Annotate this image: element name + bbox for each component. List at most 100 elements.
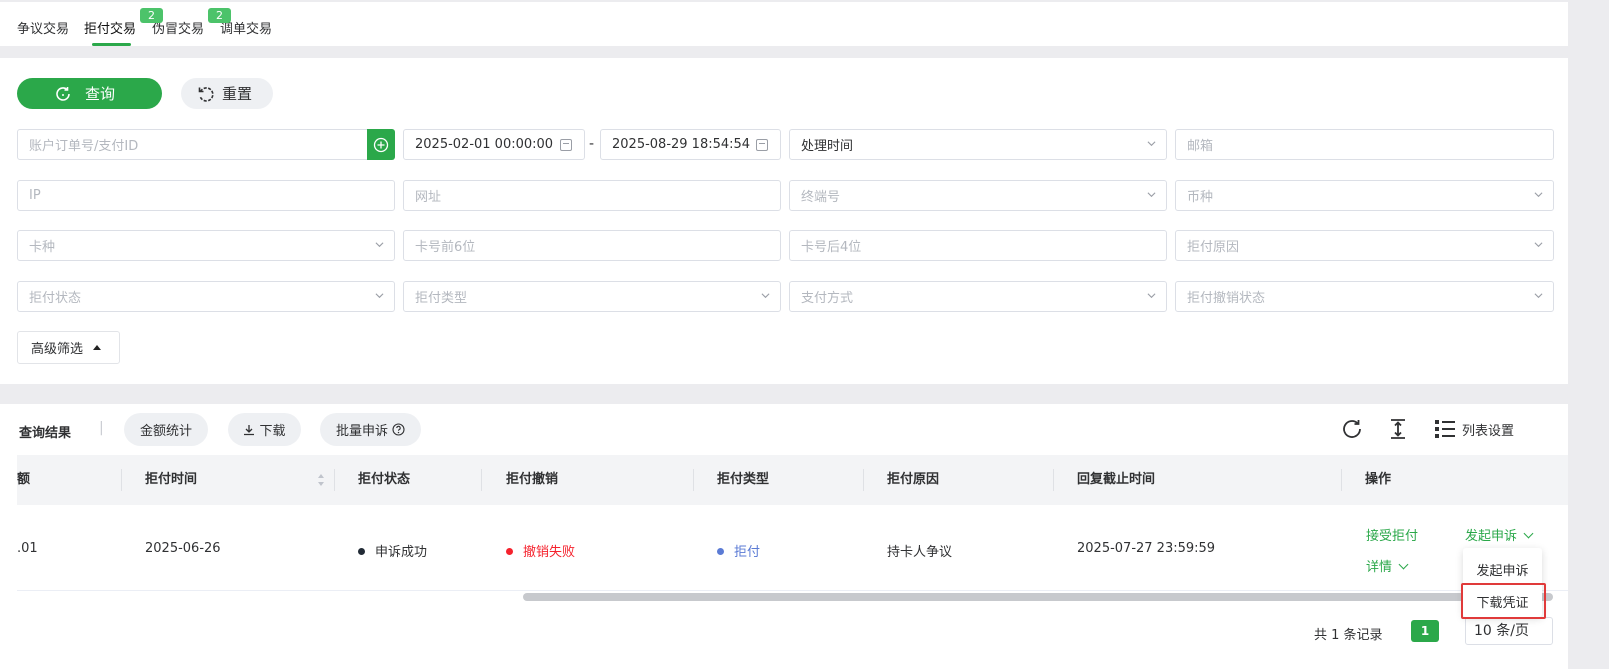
ip-input[interactable]: IP bbox=[17, 180, 395, 211]
results-title: 查询结果 bbox=[19, 426, 72, 441]
reset-icon bbox=[198, 86, 214, 102]
refresh-icon[interactable] bbox=[1340, 417, 1364, 441]
batch-appeal-button[interactable]: 批量申诉 bbox=[320, 413, 421, 446]
table-row: .01 2025-06-26 申诉成功 撤销失败 拒付 持卡人争议 2025-0… bbox=[17, 505, 1568, 591]
page-size-value: 10 条/页 bbox=[1474, 623, 1529, 639]
detail-link-label: 详情 bbox=[1366, 560, 1393, 575]
date-range-separator: - bbox=[589, 136, 595, 152]
table-header: 额 拒付时间 拒付状态 拒付撤销 拒付类型 拒付原因 回复截止时间 操作 bbox=[17, 455, 1568, 505]
cell-deadline: 2025-07-27 23:59:59 bbox=[1077, 541, 1216, 556]
caret-up-icon bbox=[93, 345, 102, 350]
email-input[interactable]: 邮箱 bbox=[1175, 129, 1554, 160]
order-id-placeholder: 账户订单号/支付ID bbox=[29, 139, 139, 154]
amount-stats-label: 金额统计 bbox=[139, 424, 192, 439]
cell-status: 申诉成功 bbox=[358, 541, 427, 560]
menu-item-appeal[interactable]: 发起申诉 bbox=[1463, 560, 1542, 579]
cell-revoke-text: 撤销失败 bbox=[523, 545, 576, 560]
cell-status-text: 申诉成功 bbox=[375, 545, 428, 560]
detail-dropdown-trigger[interactable]: 详情 bbox=[1366, 556, 1409, 575]
email-placeholder: 邮箱 bbox=[1187, 139, 1214, 154]
amount-stats-button[interactable]: 金额统计 bbox=[124, 413, 208, 446]
status-select[interactable]: 拒付状态 bbox=[17, 281, 395, 312]
column-divider bbox=[863, 469, 864, 491]
list-icon bbox=[1435, 420, 1455, 438]
highlight-annotation bbox=[1461, 583, 1546, 619]
col-revoke: 拒付撤销 bbox=[506, 472, 559, 487]
chevron-down-icon bbox=[1147, 293, 1156, 299]
download-label: 下载 bbox=[259, 424, 286, 439]
accept-chargeback-link[interactable]: 接受拒付 bbox=[1366, 525, 1418, 544]
time-type-select[interactable]: 处理时间 bbox=[789, 129, 1167, 160]
url-input[interactable]: 网址 bbox=[403, 180, 781, 211]
column-divider bbox=[334, 469, 335, 491]
column-divider bbox=[1341, 469, 1342, 491]
calendar-icon bbox=[756, 139, 768, 151]
page-1-button[interactable]: 1 bbox=[1411, 620, 1439, 642]
date-start-value: 2025-02-01 00:00:00 bbox=[415, 137, 554, 152]
list-settings-button[interactable]: 列表设置 bbox=[1434, 417, 1514, 441]
chevron-down-icon bbox=[1534, 192, 1543, 198]
toolbar-separator: | bbox=[99, 420, 104, 436]
terminal-select[interactable]: 终端号 bbox=[789, 180, 1167, 211]
currency-select[interactable]: 币种 bbox=[1175, 180, 1554, 211]
col-reason: 拒付原因 bbox=[887, 472, 940, 487]
chevron-down-icon bbox=[1147, 141, 1156, 147]
url-placeholder: 网址 bbox=[415, 190, 442, 205]
reset-button[interactable]: 重置 bbox=[181, 78, 273, 109]
col-amount: 额 bbox=[17, 472, 31, 487]
page-size-select[interactable]: 10 条/页 bbox=[1465, 617, 1553, 645]
card-last4-input[interactable]: 卡号后4位 bbox=[789, 230, 1167, 261]
chevron-down-icon bbox=[1147, 192, 1156, 198]
revoke-status-select[interactable]: 拒付撤销状态 bbox=[1175, 281, 1554, 312]
advanced-filter-button[interactable]: 高级筛选 bbox=[17, 331, 120, 364]
payment-method-select[interactable]: 支付方式 bbox=[789, 281, 1167, 312]
reason-select[interactable]: 拒付原因 bbox=[1175, 230, 1554, 261]
card-type-select[interactable]: 卡种 bbox=[17, 230, 395, 261]
card-type-placeholder: 卡种 bbox=[29, 240, 56, 255]
cell-amount: .01 bbox=[17, 541, 38, 556]
chevron-down-icon bbox=[1534, 242, 1543, 248]
reset-button-label: 重置 bbox=[222, 85, 253, 103]
tab-dispute[interactable]: 争议交易 bbox=[17, 18, 69, 37]
revoke-status-placeholder: 拒付撤销状态 bbox=[1187, 291, 1266, 306]
calendar-icon bbox=[560, 139, 572, 151]
cell-revoke: 撤销失败 bbox=[506, 541, 575, 560]
card-last4-placeholder: 卡号后4位 bbox=[801, 240, 862, 255]
type-select[interactable]: 拒付类型 bbox=[403, 281, 781, 312]
status-dot bbox=[358, 548, 365, 555]
batch-appeal-label: 批量申诉 bbox=[335, 424, 388, 439]
time-type-value: 处理时间 bbox=[801, 139, 854, 154]
horizontal-scrollbar[interactable] bbox=[523, 593, 1553, 601]
plus-circle-icon bbox=[373, 137, 389, 152]
results-panel: 查询结果 | 金额统计 下载 批量申诉 列表设置 额 拒付时间 拒付状态 拒付撤… bbox=[0, 404, 1568, 669]
col-type: 拒付类型 bbox=[717, 472, 770, 487]
card-first6-placeholder: 卡号前6位 bbox=[415, 240, 476, 255]
question-circle-icon bbox=[392, 423, 405, 436]
query-button[interactable]: 查询 bbox=[17, 78, 162, 109]
tab-fraud-badge: 2 bbox=[140, 8, 163, 23]
card-first6-input[interactable]: 卡号前6位 bbox=[403, 230, 781, 261]
chevron-down-icon bbox=[1534, 293, 1543, 299]
download-button[interactable]: 下载 bbox=[228, 413, 301, 446]
chevron-down-icon bbox=[1523, 528, 1534, 539]
appeal-dropdown-trigger[interactable]: 发起申诉 bbox=[1465, 525, 1534, 544]
total-records: 共 1 条记录 bbox=[1314, 628, 1383, 643]
order-id-input[interactable]: 账户订单号/支付ID bbox=[17, 129, 369, 160]
date-end-input[interactable]: 2025-08-29 18:54:54 bbox=[600, 129, 781, 160]
col-deadline: 回复截止时间 bbox=[1077, 472, 1156, 487]
date-start-input[interactable]: 2025-02-01 00:00:00 bbox=[403, 129, 585, 160]
type-placeholder: 拒付类型 bbox=[415, 291, 468, 306]
tab-chargeback[interactable]: 拒付交易 bbox=[84, 18, 136, 37]
column-divider bbox=[481, 469, 482, 491]
col-status: 拒付状态 bbox=[358, 472, 411, 487]
revoke-dot bbox=[506, 548, 513, 555]
sort-icon[interactable] bbox=[317, 473, 325, 487]
payment-placeholder: 支付方式 bbox=[801, 291, 854, 306]
add-order-id-button[interactable] bbox=[367, 129, 395, 160]
terminal-placeholder: 终端号 bbox=[801, 190, 841, 205]
column-height-icon[interactable] bbox=[1386, 417, 1410, 441]
tab-bar: 争议交易 拒付交易 伪冒交易 调单交易 2 2 bbox=[0, 0, 1568, 46]
cell-reason: 持卡人争议 bbox=[887, 545, 953, 560]
col-chargeback-time[interactable]: 拒付时间 bbox=[145, 455, 197, 505]
filter-panel: 查询 重置 账户订单号/支付ID 2025-02-01 00:00:00 - 2… bbox=[0, 58, 1568, 384]
